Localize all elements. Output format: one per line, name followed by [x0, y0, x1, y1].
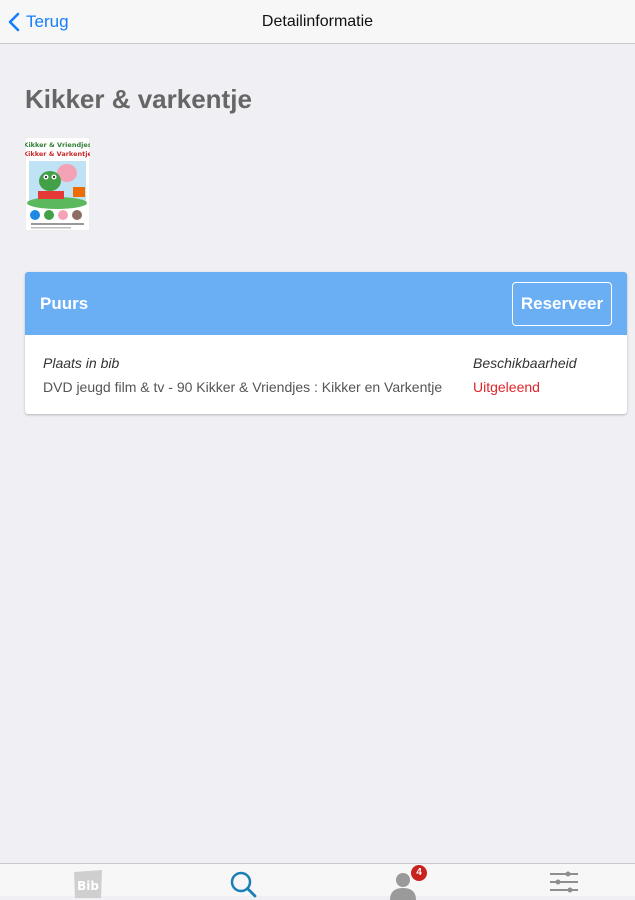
cover-image: Kikker & Vriendjes Kikker & Varkentje — [23, 136, 92, 232]
bib-logo-text: Bib — [77, 879, 99, 893]
tab-account[interactable]: 4 — [373, 864, 433, 900]
notification-badge: 4 — [411, 865, 427, 881]
availability-header: Puurs Reserveer — [25, 272, 627, 335]
availability-panel: Puurs Reserveer Plaats in bib DVD jeugd … — [25, 272, 627, 414]
tab-bar: Bib 4 — [0, 863, 635, 900]
tab-search[interactable] — [214, 864, 274, 898]
navigation-bar: Terug Detailinformatie — [0, 0, 635, 44]
reserve-button[interactable]: Reserveer — [512, 282, 612, 326]
cover-line-1: Kikker & Vriendjes — [25, 141, 90, 149]
branch-name: Puurs — [40, 294, 89, 313]
tab-home[interactable]: Bib — [58, 864, 118, 898]
status-badge: Uitgeleend — [473, 379, 540, 395]
cover-line-2: Kikker & Varkentje — [25, 150, 90, 158]
location-label: Plaats in bib — [43, 355, 120, 371]
location-value: DVD jeugd film & tv - 90 Kikker & Vriend… — [43, 379, 443, 395]
item-title: Kikker & varkentje — [25, 84, 252, 114]
bib-logo-icon: Bib — [74, 870, 102, 898]
page-title: Detailinformatie — [261, 13, 374, 30]
tab-settings[interactable] — [533, 864, 593, 897]
availability-label: Beschikbaarheid — [473, 355, 577, 371]
